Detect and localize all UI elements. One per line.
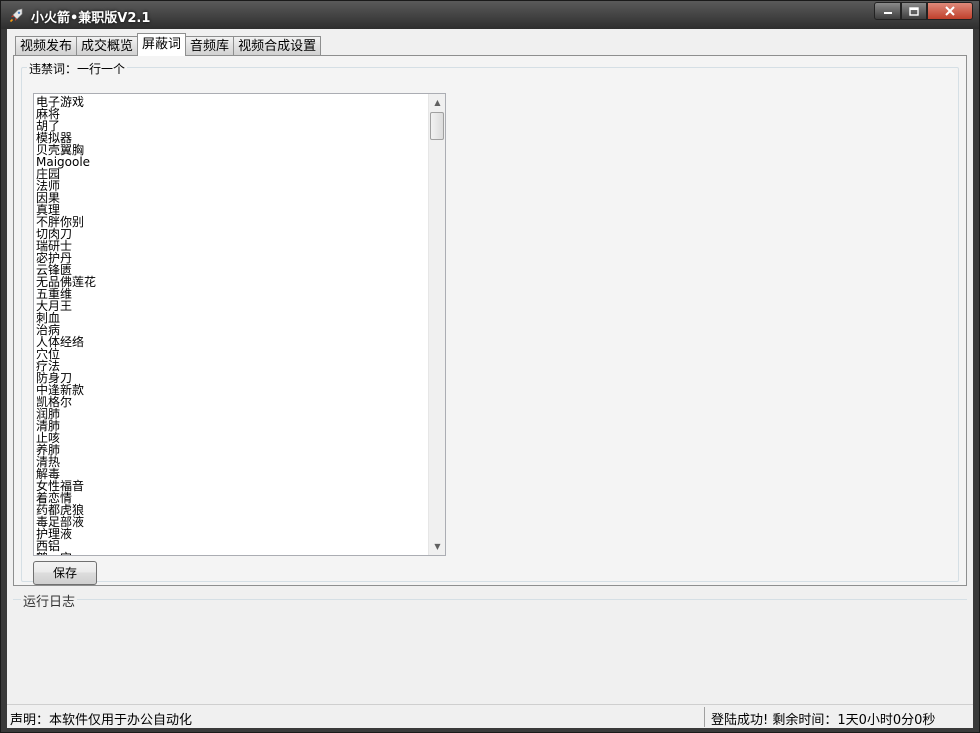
rocket-icon <box>9 7 25 23</box>
vertical-scrollbar[interactable]: ▲ ▼ <box>428 94 445 555</box>
scroll-thumb[interactable] <box>430 112 444 140</box>
blocked-word-line: 润肺 <box>36 407 61 421</box>
blocked-word-line: 着恋情 <box>36 491 73 505</box>
scroll-up-icon[interactable]: ▲ <box>429 94 445 111</box>
status-disclaimer: 声明：本软件仅用于办公自动化 <box>10 713 193 728</box>
run-log-label: 运行日志 <box>21 591 78 610</box>
run-log-group: 运行日志 <box>13 591 967 701</box>
maximize-icon <box>909 6 919 16</box>
status-bar: 声明：本软件仅用于办公自动化 登陆成功! 剩余时间：1天0小时0分0秒 <box>7 704 973 728</box>
blocked-word-line: 女性福音 <box>36 479 85 493</box>
blocked-word-line: 中逢新款 <box>36 383 85 397</box>
blocked-word-line: 养肺 <box>36 443 61 457</box>
blocked-word-line: 解毒 <box>36 467 61 481</box>
tab-deal-overview[interactable]: 成交概览 <box>76 36 139 56</box>
window-controls <box>874 2 973 20</box>
tab-blocked-words[interactable]: 屏蔽词 <box>137 33 187 56</box>
blocked-word-line: 刺血 <box>36 311 61 325</box>
tab-video-compose-settings[interactable]: 视频合成设置 <box>233 36 322 56</box>
blocked-word-line: 法师 <box>36 179 61 193</box>
blocked-word-line: 模拟器 <box>36 131 73 145</box>
blocked-words-panel: 违禁词：一行一个 电子游戏 麻将 胡了 模拟器 贝壳翼胸 Maigoole 庄园 法师 因果 真理… <box>13 55 967 586</box>
blocked-word-line: 不胖你别 <box>36 215 85 229</box>
blocked-word-line: 防身刀 <box>36 371 73 385</box>
tab-audio-library[interactable]: 音频库 <box>185 36 235 56</box>
blocked-words-textarea[interactable]: 电子游戏 麻将 胡了 模拟器 贝壳翼胸 Maigoole 庄园 法师 因果 真理 不胖你别 切肉刀 瑞研… <box>33 93 446 556</box>
blocked-word-line: 西铝 <box>36 539 61 553</box>
status-divider <box>704 707 705 727</box>
blocked-word-line: 因果 <box>36 191 61 205</box>
minimize-icon <box>883 12 892 14</box>
blocked-word-line: 毒足部液 <box>36 515 85 529</box>
close-icon <box>945 6 955 16</box>
blocked-words-list[interactable]: 电子游戏 麻将 胡了 模拟器 贝壳翼胸 Maigoole 庄园 法师 因果 真理 不胖你别 切肉刀 瑞研… <box>36 95 426 555</box>
minimize-button[interactable] <box>874 2 901 20</box>
blocked-word-line: 穴位 <box>36 347 61 361</box>
blocked-word-line: 真理 <box>36 203 61 217</box>
blocked-word-line: 疗法 <box>36 359 61 373</box>
blocked-word-line: 无品佛莲花 <box>36 275 97 289</box>
blocked-words-group-label: 违禁词：一行一个 <box>27 60 128 77</box>
status-login-time: 登陆成功! 剩余时间：1天0小时0分0秒 <box>711 713 936 728</box>
blocked-word-line: 电子游戏 <box>36 95 85 109</box>
window-title: 小火箭•兼职版V2.1 <box>31 11 151 26</box>
tab-strip: 视频发布 成交概览 屏蔽词 音频库 视频合成设置 <box>15 33 322 56</box>
blocked-word-line: 切肉刀 <box>36 227 73 241</box>
save-button[interactable]: 保存 <box>33 561 97 585</box>
tab-video-publish[interactable]: 视频发布 <box>15 36 78 56</box>
blocked-word-line: 治病 <box>36 323 61 337</box>
blocked-word-line: 止咳 <box>36 431 61 445</box>
blocked-word-line: 鹤…宝… <box>36 552 426 555</box>
blocked-word-line: 瑞研士 <box>36 239 73 253</box>
maximize-button[interactable] <box>901 2 927 20</box>
blocked-word-line: 庄园 <box>36 167 61 181</box>
blocked-word-line: 大月王 <box>36 299 73 313</box>
blocked-word-line: 护理液 <box>36 527 73 541</box>
blocked-word-line: 贝壳翼胸 <box>36 143 85 157</box>
blocked-word-line: 胡了 <box>36 119 61 133</box>
blocked-word-line: 五重维 <box>36 287 73 301</box>
blocked-word-line: 凯格尔 <box>36 395 73 409</box>
blocked-word-line: 宓护丹 <box>36 251 73 265</box>
blocked-word-line: 清热 <box>36 455 61 469</box>
title-bar[interactable]: 小火箭•兼职版V2.1 <box>1 1 979 29</box>
blocked-word-line: 麻将 <box>36 107 61 121</box>
client-area: 视频发布 成交概览 屏蔽词 音频库 视频合成设置 违禁词：一行一个 电子游戏 麻将… <box>7 29 973 704</box>
blocked-word-line: 药都虎狼 <box>36 503 85 517</box>
blocked-word-line: 清肺 <box>36 419 61 433</box>
blocked-words-group: 违禁词：一行一个 电子游戏 麻将 胡了 模拟器 贝壳翼胸 Maigoole 庄园 法师 因果 真理… <box>21 60 959 585</box>
app-window: 小火箭•兼职版V2.1 视频发布 成交概览 屏蔽词 音频库 视频合成设置 违禁词… <box>0 0 980 733</box>
blocked-word-line: 人体经络 <box>36 335 85 349</box>
scroll-down-icon[interactable]: ▼ <box>429 538 445 555</box>
close-button[interactable] <box>927 2 973 20</box>
blocked-word-line: Maigoole <box>36 155 91 169</box>
